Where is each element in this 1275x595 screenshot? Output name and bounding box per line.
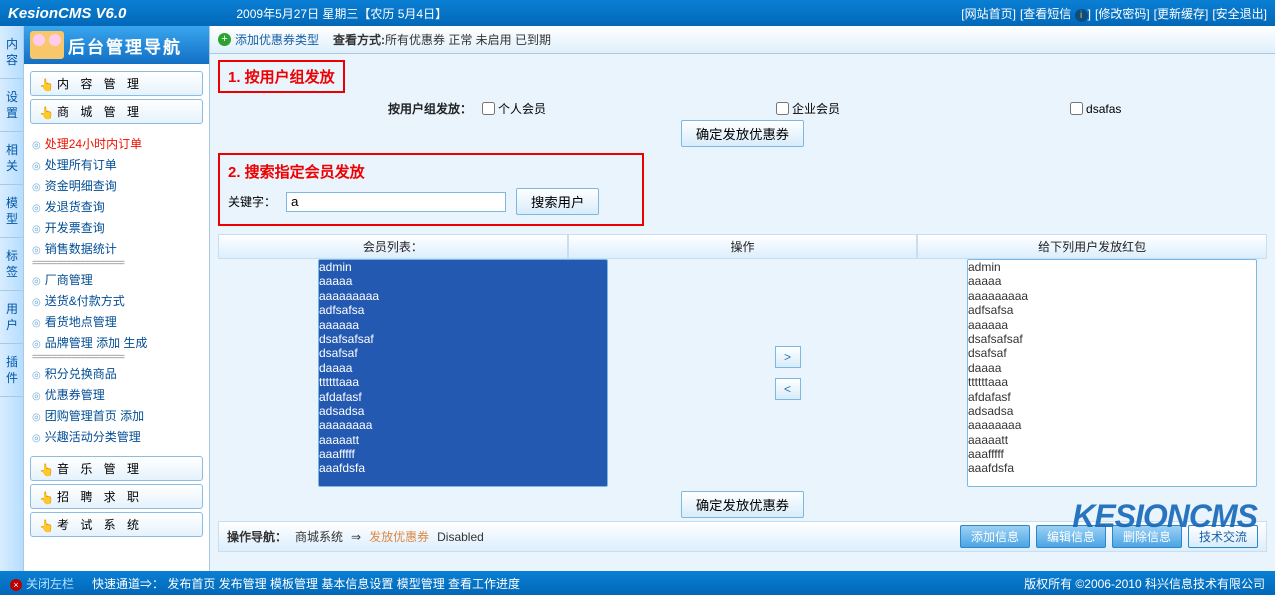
close-left-panel[interactable]: ×关闭左栏 (10, 575, 74, 592)
link-cache[interactable]: [更新缓存] (1154, 5, 1209, 22)
ops-path: 商城系统 (295, 528, 343, 545)
rail-related[interactable]: 相关 (0, 132, 24, 185)
col-target: 给下列用户发放红包 (917, 234, 1267, 259)
annotation-2: 2. 搜索指定会员发放 (228, 161, 634, 182)
annotation-2-box: 2. 搜索指定会员发放 关键字： 搜索用户 (218, 153, 644, 226)
link-home[interactable]: [网站首页] (961, 5, 1016, 22)
link-pwd[interactable]: [修改密码] (1095, 5, 1150, 22)
nav-allorders[interactable]: 处理所有订单 (32, 154, 201, 175)
rail-tag[interactable]: 标签 (0, 238, 24, 291)
nav-funds[interactable]: 资金明细查询 (32, 175, 201, 196)
rail-user[interactable]: 用户 (0, 291, 24, 344)
toolbar: +添加优惠券类型 查看方式:所有优惠券 正常 未启用 已到期 (210, 26, 1275, 54)
close-icon: × (10, 579, 22, 591)
nav-order24[interactable]: 处理24小时内订单 (32, 133, 201, 154)
quick-links[interactable]: 快速通道⇒： 发布首页 发布管理 模板管理 基本信息设置 模型管理 查看工作进度 (92, 575, 520, 592)
nav-interest[interactable]: 兴趣活动分类管理 (32, 426, 201, 447)
navbtn-exam[interactable]: 👆考 试 系 统 (30, 512, 203, 537)
link-exit[interactable]: [安全退出] (1212, 5, 1267, 22)
topbar: KesionCMS V6.0 2009年5月27日 星期三【农历 5月4日】 [… (0, 0, 1275, 26)
btn-tech[interactable]: 技术交流 (1188, 525, 1258, 548)
col-ops: 操作 (568, 234, 918, 259)
chk-enterprise[interactable]: 企业会员 (776, 100, 840, 117)
rail-settings[interactable]: 设置 (0, 79, 24, 132)
nav-ship[interactable]: 送货&付款方式 (32, 290, 201, 311)
col-members: 会员列表： (218, 234, 568, 259)
ops-label: 操作导航： (227, 528, 287, 545)
hand-icon: 👆 (39, 491, 51, 503)
confirm-issue-button[interactable]: 确定发放优惠券 (681, 120, 804, 147)
nav-sales[interactable]: 销售数据统计 (32, 238, 201, 259)
navbtn-music[interactable]: 👆音 乐 管 理 (30, 456, 203, 481)
confirm-issue-button-2[interactable]: 确定发放优惠券 (681, 491, 804, 518)
rail-content[interactable]: 内容 (0, 26, 24, 79)
rail-model[interactable]: 模型 (0, 185, 24, 238)
hand-icon: 👆 (39, 78, 51, 90)
target-list[interactable]: adminaaaaaaaaaaaaaaadfsafsaaaaaaadsafsaf… (967, 259, 1257, 487)
rail-bar: 内容 设置 相关 模型 标签 用户 插件 (0, 26, 24, 571)
plus-icon: + (218, 33, 231, 46)
btn-edit-info[interactable]: 编辑信息 (1036, 525, 1106, 548)
chk-dsafas[interactable]: dsafas (1070, 102, 1121, 116)
copyright: 版权所有 ©2006-2010 科兴信息技术有限公司 (1024, 575, 1265, 592)
btn-add-info[interactable]: 添加信息 (960, 525, 1030, 548)
nav-returns[interactable]: 发退货查询 (32, 196, 201, 217)
keyword-input[interactable] (286, 192, 506, 212)
footer: ×关闭左栏 快速通道⇒： 发布首页 发布管理 模板管理 基本信息设置 模型管理 … (0, 571, 1275, 595)
avatar-icon (30, 31, 64, 59)
nav-brand[interactable]: 品牌管理 添加 生成 (32, 332, 201, 353)
ops-bar: 操作导航： 商城系统 ⇒ 发放优惠券 Disabled 添加信息 编辑信息 删除… (218, 521, 1267, 552)
link-sms[interactable]: [查看短信 i] (1020, 5, 1091, 22)
ops-current: 发放优惠券 (369, 528, 429, 545)
nav-pickup[interactable]: 看货地点管理 (32, 311, 201, 332)
brand: KesionCMS V6.0 (8, 5, 126, 22)
move-left-button[interactable]: < (775, 378, 801, 400)
nav-group[interactable]: 团购管理首页 添加 (32, 405, 201, 426)
info-icon: i (1075, 9, 1088, 22)
navbtn-content[interactable]: 👆内 容 管 理 (30, 71, 203, 96)
navbtn-job[interactable]: 👆招 聘 求 职 (30, 484, 203, 509)
nav-invoice[interactable]: 开发票查询 (32, 217, 201, 238)
date-text: 2009年5月27日 星期三【农历 5月4日】 (236, 5, 447, 22)
navbtn-mall[interactable]: 👆商 城 管 理 (30, 99, 203, 124)
annotation-1: 1. 按用户组发放 (218, 60, 345, 93)
chk-personal[interactable]: 个人会员 (482, 100, 546, 117)
add-coupon-type[interactable]: +添加优惠券类型 (218, 31, 319, 48)
search-user-button[interactable]: 搜索用户 (516, 188, 599, 215)
keyword-label: 关键字： (228, 193, 276, 210)
nav-header: 后台管理导航 (24, 26, 209, 64)
hand-icon: 👆 (39, 106, 51, 118)
nav-coupon[interactable]: 优惠券管理 (32, 384, 201, 405)
nav-points[interactable]: 积分兑换商品 (32, 363, 201, 384)
member-list[interactable]: adminaaaaaaaaaaaaaaadfsafsaaaaaaadsafsaf… (318, 259, 608, 487)
btn-del-info[interactable]: 删除信息 (1112, 525, 1182, 548)
hand-icon: 👆 (39, 463, 51, 475)
view-mode: 查看方式:所有优惠券 正常 未启用 已到期 (333, 31, 551, 48)
nav-vendor[interactable]: 厂商管理 (32, 269, 201, 290)
top-links: [网站首页] [查看短信 i] [修改密码] [更新缓存] [安全退出] (961, 5, 1267, 22)
group-label: 按用户组发放： (388, 100, 472, 117)
rail-plugin[interactable]: 插件 (0, 344, 24, 397)
hand-icon: 👆 (39, 519, 51, 531)
move-right-button[interactable]: > (775, 346, 801, 368)
